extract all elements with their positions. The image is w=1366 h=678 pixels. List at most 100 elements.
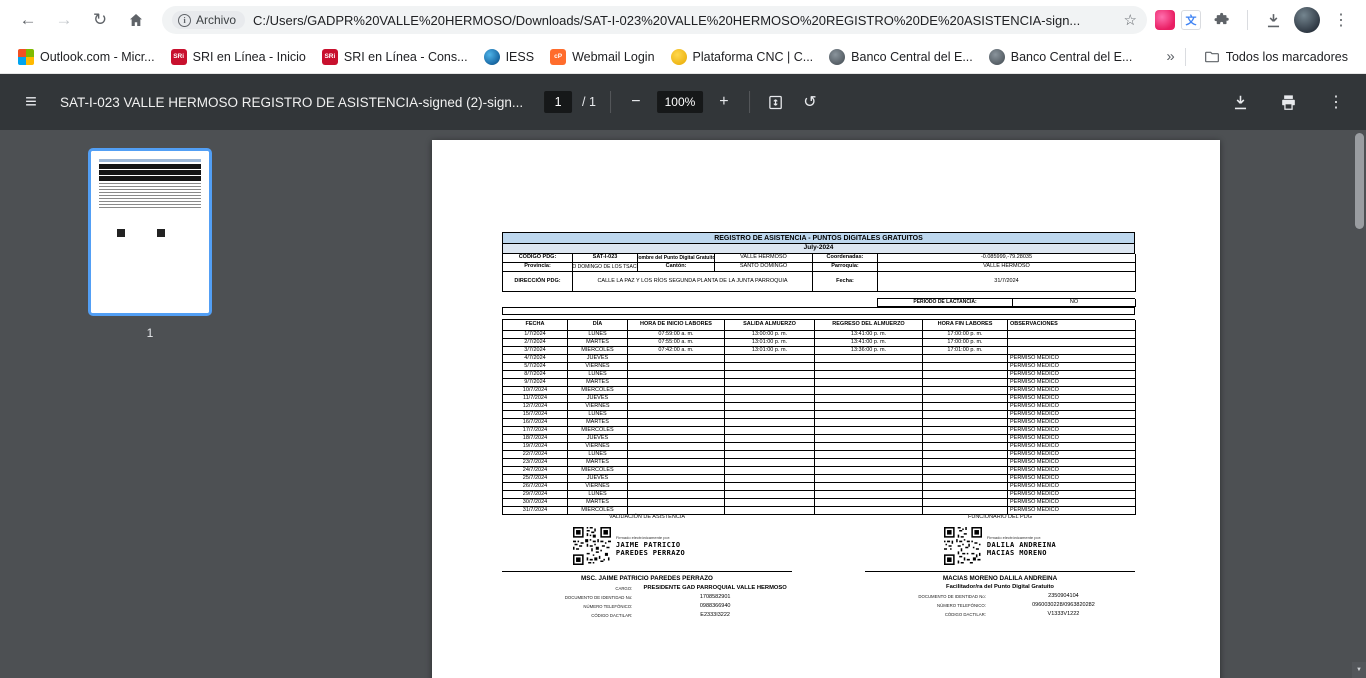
- attendance-register-table: REGISTRO DE ASISTENCIA - PUNTOS DIGITALE…: [502, 232, 1135, 515]
- attendance-cell-inicio: [628, 475, 725, 483]
- bookmark-item[interactable]: Plataforma CNC | C...: [663, 45, 822, 69]
- download-icon: [1264, 11, 1283, 30]
- attendance-cell-inicio: [628, 355, 725, 363]
- bookmarks-overflow-button[interactable]: »: [1166, 48, 1174, 65]
- bookmark-item[interactable]: Outlook.com - Micr...: [10, 45, 163, 69]
- attendance-cell-fin: 17:00:00 p. m.: [923, 331, 1008, 339]
- bookmarks-bar: Outlook.com - Micr... SRi SRI en Línea -…: [0, 40, 1366, 74]
- extensions-puzzle-button[interactable]: [1207, 5, 1237, 35]
- attendance-header-cell: REGRESO DEL ALMUERZO: [815, 320, 923, 331]
- url-text[interactable]: C:/Users/GADPR%20VALLE%20HERMOSO/Downloa…: [253, 13, 1116, 28]
- attendance-cell-salida: [725, 483, 815, 491]
- back-button[interactable]: ←: [12, 4, 44, 36]
- zoom-out-button[interactable]: −: [625, 93, 647, 111]
- attendance-cell-fin: [923, 371, 1008, 379]
- page-number-input[interactable]: 1: [544, 91, 572, 113]
- attendance-cell-fecha: 3/7/2024: [503, 347, 568, 355]
- zoom-in-button[interactable]: +: [713, 93, 735, 111]
- bookmark-item[interactable]: cP Webmail Login: [542, 45, 662, 69]
- attendance-cell-observaciones: PERMISO MÉDICO: [1008, 491, 1136, 499]
- attendance-cell-fin: [923, 451, 1008, 459]
- pdf-more-options-button[interactable]: ⋮: [1324, 90, 1348, 114]
- attendance-header-cell: FECHA: [503, 320, 568, 331]
- attendance-cell-inicio: [628, 371, 725, 379]
- info-value: -0.085999,-79.28035: [878, 254, 1136, 263]
- reload-button[interactable]: ↻: [84, 4, 116, 36]
- attendance-cell-inicio: [628, 435, 725, 443]
- attendance-cell-inicio: [628, 499, 725, 507]
- attendance-cell-observaciones: PERMISO MÉDICO: [1008, 467, 1136, 475]
- scroll-down-button[interactable]: ▼: [1352, 662, 1366, 678]
- esign-name: MACIAS MORENO: [987, 549, 1056, 557]
- page-1-thumbnail[interactable]: [88, 148, 212, 316]
- attendance-cell-dia: MIÉRCOLES: [568, 387, 628, 395]
- attendance-cell-inicio: [628, 395, 725, 403]
- fit-page-button[interactable]: [764, 90, 788, 114]
- attendance-cell-inicio: [628, 459, 725, 467]
- address-bar[interactable]: i Archivo C:/Users/GADPR%20VALLE%20HERMO…: [162, 6, 1147, 34]
- attendance-cell-fecha: 2/7/2024: [503, 339, 568, 347]
- attendance-cell-observaciones: PERMISO MÉDICO: [1008, 387, 1136, 395]
- viewer-scrollbar[interactable]: ▼: [1352, 130, 1366, 678]
- attendance-cell-dia: VIERNES: [568, 403, 628, 411]
- attendance-cell-dia: LUNES: [568, 371, 628, 379]
- attendance-cell-inicio: 07:59:00 a. m.: [628, 331, 725, 339]
- print-button[interactable]: [1276, 90, 1300, 114]
- attendance-cell-salida: [725, 403, 815, 411]
- attendance-cell-fin: [923, 355, 1008, 363]
- attendance-cell-regreso: [815, 467, 923, 475]
- attendance-cell-observaciones: [1008, 347, 1136, 355]
- qr-code: [944, 527, 982, 565]
- attendance-cell-fecha: 4/7/2024: [503, 355, 568, 363]
- attendance-cell-fecha: 17/7/2024: [503, 427, 568, 435]
- rotate-button[interactable]: ↺: [798, 90, 822, 114]
- extension-icon[interactable]: [1155, 10, 1175, 30]
- folder-icon: [1204, 49, 1220, 65]
- esign-name: JAIME PATRICIO: [616, 541, 685, 549]
- esign-name: PAREDES PERRAZO: [616, 549, 685, 557]
- attendance-row: 9/7/2024 MARTES PERMISO MÉDICO: [503, 379, 1135, 387]
- bookmark-favicon: SRi: [171, 49, 187, 65]
- translate-extension-icon[interactable]: 文: [1181, 10, 1201, 30]
- attendance-cell-salida: [725, 443, 815, 451]
- bookmark-favicon: SRi: [322, 49, 338, 65]
- bookmark-item[interactable]: Banco Central del E...: [821, 45, 981, 69]
- attendance-cell-dia: VIERNES: [568, 443, 628, 451]
- forward-button[interactable]: →: [48, 4, 80, 36]
- bookmark-item[interactable]: SRi SRI en Línea - Inicio: [163, 45, 314, 69]
- bookmark-star-icon[interactable]: ☆: [1124, 11, 1137, 29]
- scrollbar-thumb[interactable]: [1355, 133, 1364, 229]
- lactancia-value: NO: [1013, 299, 1136, 307]
- profile-avatar[interactable]: [1294, 7, 1320, 33]
- pdf-menu-button[interactable]: ≡: [18, 91, 44, 114]
- empty-row: [503, 308, 1135, 315]
- home-button[interactable]: [120, 4, 152, 36]
- zoom-level-input[interactable]: 100%: [657, 91, 703, 113]
- signer-name: MACIAS MORENO DALILA ANDREINA: [865, 575, 1135, 582]
- attendance-cell-regreso: [815, 427, 923, 435]
- detail-label: NÚMERO TELEFÓNICO:: [865, 603, 992, 608]
- attendance-cell-salida: 13:01:00 p. m.: [725, 339, 815, 347]
- info-value: CALLE LA PAZ Y LOS RÍOS SEGUNDA PLANTA D…: [573, 272, 813, 292]
- url-scheme-chip[interactable]: i Archivo: [172, 11, 245, 29]
- attendance-cell-dia: VIERNES: [568, 363, 628, 371]
- attendance-cell-fecha: 16/7/2024: [503, 419, 568, 427]
- chrome-menu-button[interactable]: ⋮: [1326, 5, 1356, 35]
- attendance-cell-fecha: 12/7/2024: [503, 403, 568, 411]
- attendance-cell-regreso: [815, 363, 923, 371]
- bookmark-item[interactable]: SRi SRI en Línea - Cons...: [314, 45, 476, 69]
- attendance-cell-inicio: [628, 379, 725, 387]
- thumbnail-qr-mark: [157, 229, 165, 237]
- attendance-cell-observaciones: PERMISO MÉDICO: [1008, 459, 1136, 467]
- info-label: Cantón:: [638, 263, 715, 272]
- attendance-cell-dia: MIÉRCOLES: [568, 427, 628, 435]
- bookmark-item[interactable]: IESS: [476, 45, 543, 69]
- pdf-download-button[interactable]: [1228, 90, 1252, 114]
- attendance-cell-fin: [923, 363, 1008, 371]
- attendance-cell-regreso: [815, 355, 923, 363]
- all-bookmarks-button[interactable]: Todos los marcadores: [1196, 45, 1356, 69]
- bookmark-item[interactable]: Banco Central del E...: [981, 45, 1141, 69]
- attendance-row: 17/7/2024 MIÉRCOLES PERMISO MÉDICO: [503, 427, 1135, 435]
- attendance-row: 8/7/2024 LUNES PERMISO MÉDICO: [503, 371, 1135, 379]
- downloads-button[interactable]: [1258, 5, 1288, 35]
